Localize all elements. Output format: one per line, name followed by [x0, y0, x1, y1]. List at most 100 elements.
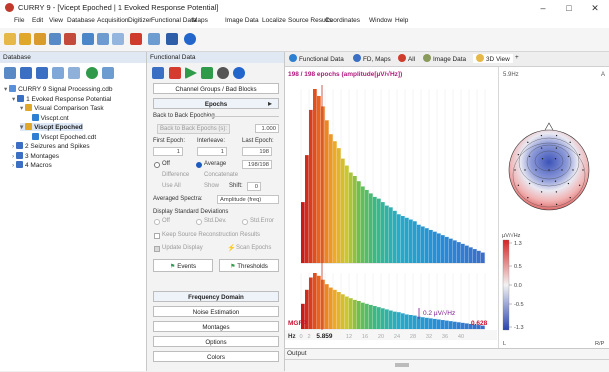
- tree-item[interactable]: ▾ CURRY 9 Signal Processing.cdb: [4, 85, 113, 93]
- menu-window[interactable]: Window: [369, 17, 392, 24]
- output-scroll-handle[interactable]: [395, 363, 409, 367]
- tree-item[interactable]: ▾ Viscpt Epoched: [20, 123, 83, 131]
- tab-all[interactable]: All: [398, 54, 415, 63]
- db-copy-icon[interactable]: [68, 67, 80, 79]
- shift-input[interactable]: 0: [247, 182, 261, 191]
- std-off-radio[interactable]: [154, 219, 160, 225]
- link-icon[interactable]: [152, 67, 164, 79]
- events-button[interactable]: ⚑ Events: [153, 259, 213, 272]
- averaged-spectra-select[interactable]: Amplitude (freq): [217, 195, 279, 204]
- help-icon[interactable]: [184, 33, 196, 45]
- last-epoch-input[interactable]: 198: [242, 147, 272, 156]
- open-folder-icon[interactable]: [19, 33, 31, 45]
- db-record-icon[interactable]: [86, 67, 98, 79]
- tab-image-data[interactable]: Image Data: [423, 54, 466, 63]
- interleave-input[interactable]: 1: [197, 147, 227, 156]
- difference-option[interactable]: Difference: [162, 172, 189, 178]
- menu-digitizer[interactable]: Digitizer: [128, 17, 151, 24]
- update-display-button[interactable]: Update Display: [162, 245, 203, 251]
- use-all-option[interactable]: Use All: [162, 183, 181, 189]
- tab-fd-maps[interactable]: FD, Maps: [353, 54, 391, 63]
- back-to-back-button[interactable]: Back to Back Epochs (s):: [157, 124, 231, 134]
- data-icon[interactable]: [64, 33, 76, 45]
- menu-maps[interactable]: Maps: [192, 17, 208, 24]
- first-epoch-input[interactable]: 1: [153, 147, 183, 156]
- database-pane: Database ▾ CURRY 9 Signal Processing.cdb…: [0, 52, 147, 371]
- plot-header: 198 / 198 epochs (amplitude[µV/√Hz]): [288, 70, 402, 78]
- menu-edit[interactable]: Edit: [32, 17, 43, 24]
- info-icon[interactable]: [233, 67, 245, 79]
- back-to-back-input[interactable]: 1.000: [255, 124, 279, 133]
- x-tick-label: 20: [378, 334, 384, 340]
- std-error-radio[interactable]: [242, 219, 248, 225]
- electrode-dot: [524, 169, 526, 171]
- flag-icon[interactable]: [201, 67, 213, 79]
- menu-coordinates[interactable]: Coordinates: [325, 17, 360, 24]
- db-user-icon[interactable]: [36, 67, 48, 79]
- keep-source-checkbox[interactable]: [154, 233, 160, 239]
- spectrum-bar: [317, 95, 321, 264]
- menu-image-data[interactable]: Image Data: [225, 17, 259, 24]
- settings-icon[interactable]: [217, 67, 229, 79]
- montages-button[interactable]: Montages: [153, 321, 279, 332]
- std-dev-radio[interactable]: [196, 219, 202, 225]
- minimize-button[interactable]: –: [530, 1, 556, 15]
- menu-localize[interactable]: Localize: [262, 17, 286, 24]
- display-std-label: Display Standard Deviations: [153, 209, 229, 215]
- spectrum-bar: [357, 181, 361, 263]
- epochs-expand-icon[interactable]: ▸: [268, 99, 272, 108]
- remove-icon[interactable]: [169, 67, 181, 79]
- table-icon[interactable]: [97, 33, 109, 45]
- close-button[interactable]: ✕: [582, 1, 608, 15]
- colorbar-tick-label: 1.3: [514, 241, 522, 247]
- tree-item[interactable]: Viscpt Epoched.cdt: [28, 132, 97, 141]
- colors-button[interactable]: Colors: [153, 351, 279, 362]
- open-study-icon[interactable]: [34, 33, 46, 45]
- tree-item[interactable]: › 4 Macros: [12, 161, 52, 169]
- play-icon[interactable]: [185, 67, 197, 79]
- maximize-button[interactable]: □: [556, 1, 582, 15]
- menu-functional-data[interactable]: Functional Data: [151, 17, 197, 24]
- new-database-icon[interactable]: [4, 33, 16, 45]
- menu-database[interactable]: Database: [67, 17, 95, 24]
- db-users-icon[interactable]: [20, 67, 32, 79]
- show-option[interactable]: Show: [204, 183, 219, 189]
- spectrum-bar: [409, 315, 413, 329]
- tree-item[interactable]: ▾ Visual Comparison Task: [20, 104, 104, 112]
- concatenate-option[interactable]: Concatenate: [204, 172, 238, 178]
- menu-view[interactable]: View: [49, 17, 63, 24]
- import-icon[interactable]: [49, 33, 61, 45]
- db-screen-icon[interactable]: [102, 67, 114, 79]
- epochs-button[interactable]: Epochs: [153, 98, 279, 109]
- list-icon[interactable]: [82, 33, 94, 45]
- noise-estimation-button[interactable]: Noise Estimation: [153, 306, 279, 317]
- channel-groups-button[interactable]: Channel Groups / Bad Blocks: [153, 83, 279, 94]
- menu-help[interactable]: Help: [395, 17, 408, 24]
- tree-item[interactable]: Viscpt.cnt: [28, 113, 69, 122]
- average-radio[interactable]: [196, 162, 202, 168]
- off-radio[interactable]: [154, 162, 160, 168]
- add-tab-button[interactable]: +: [515, 54, 519, 61]
- menu-file[interactable]: File: [14, 17, 24, 24]
- spectrum-bar: [337, 292, 341, 329]
- tree-item[interactable]: › 2 Seizures and Spikes: [12, 142, 90, 150]
- save-icon[interactable]: [166, 33, 178, 45]
- menu-acquisition[interactable]: Acquisition: [97, 17, 128, 24]
- off-label: Off: [162, 161, 170, 167]
- tab-image-data-label: Image Data: [433, 56, 467, 63]
- scan-epochs-button[interactable]: Scan Epochs: [236, 245, 271, 251]
- tree-item[interactable]: › 3 Montages: [12, 151, 59, 160]
- options-button[interactable]: Options: [153, 336, 279, 347]
- tree-item[interactable]: ▾ 1 Evoked Response Potential: [12, 94, 111, 103]
- pencil-icon[interactable]: [130, 33, 142, 45]
- window-title: CURRY 9 - [Vicept Epoched | 1 Evoked Res…: [18, 3, 219, 12]
- layout-icon[interactable]: [148, 33, 160, 45]
- tree-item-label: Viscpt Epoched.cdt: [40, 133, 97, 141]
- tab-functional-data[interactable]: Functional Data: [289, 54, 344, 63]
- tab-3d-view[interactable]: 3D View: [473, 54, 513, 63]
- db-tool-icon[interactable]: [4, 67, 16, 79]
- thresholds-button[interactable]: ⚑ Thresholds: [219, 259, 279, 272]
- frequency-domain-button[interactable]: Frequency Domain: [153, 291, 279, 302]
- grid-icon[interactable]: [112, 33, 124, 45]
- db-doc-icon[interactable]: [52, 67, 64, 79]
